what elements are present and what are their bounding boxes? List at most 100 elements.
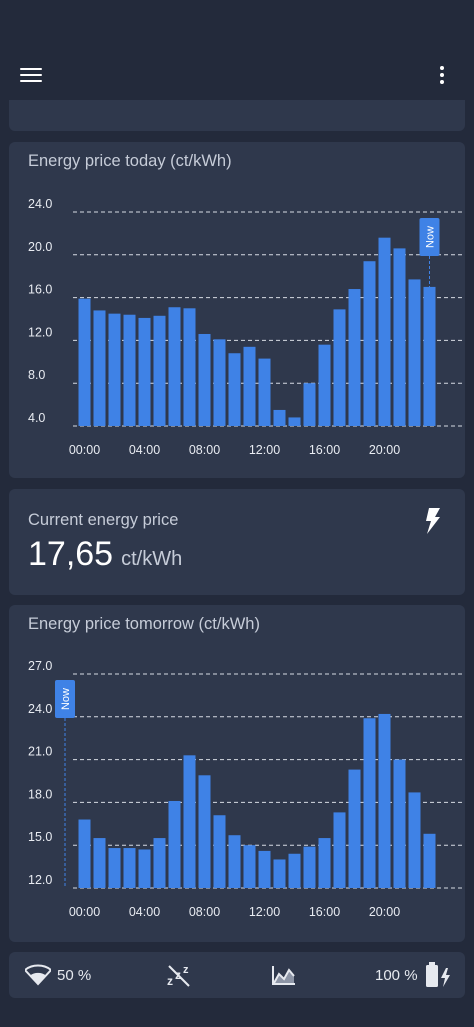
- price-bar[interactable]: [183, 308, 196, 426]
- price-bar[interactable]: [108, 313, 121, 426]
- price-bar[interactable]: [243, 845, 256, 888]
- price-bar[interactable]: [258, 358, 271, 426]
- wifi-icon: [25, 964, 51, 986]
- price-bar[interactable]: [93, 838, 106, 888]
- x-tick-label: 20:00: [369, 443, 400, 457]
- price-bar[interactable]: [228, 353, 241, 426]
- energy-price-tomorrow-card: Energy price tomorrow (ct/kWh) 12.0 15.0 1…: [9, 605, 465, 942]
- price-bar[interactable]: [123, 314, 136, 426]
- price-bar[interactable]: [78, 298, 91, 426]
- svg-text:z: z: [167, 974, 173, 987]
- sleep-toggle[interactable]: z z z: [166, 952, 194, 998]
- x-tick-label: 04:00: [129, 443, 160, 457]
- x-tick-label: 12:00: [249, 443, 280, 457]
- battery-charging-icon: [425, 962, 450, 987]
- energy-price-today-chart: 4.0 8.0 12.0 16.0 20.0 24.0 00:00 04:00 08:00 12:…: [28, 197, 463, 457]
- price-bar[interactable]: [393, 759, 406, 888]
- status-bar: 50 % z z z 100 %: [9, 952, 465, 998]
- price-bar[interactable]: [153, 315, 166, 426]
- sleep-off-icon: z z z: [167, 964, 190, 987]
- price-bar[interactable]: [213, 339, 226, 426]
- price-bar[interactable]: [303, 846, 316, 888]
- price-bar[interactable]: [138, 849, 151, 888]
- x-tick-label: 00:00: [69, 905, 100, 919]
- wifi-signal-text: 50 %: [57, 966, 92, 984]
- y-tick-label: 27.0: [28, 659, 52, 673]
- price-bar[interactable]: [318, 344, 331, 426]
- collapsed-card: [9, 100, 465, 131]
- energy-price-today-card: Energy price today (ct/kWh) 4.0 8.0 12.0 16…: [9, 142, 465, 478]
- price-bar[interactable]: [288, 417, 301, 426]
- price-bar[interactable]: [258, 850, 271, 888]
- now-marker-label: Now: [60, 688, 72, 710]
- price-bar[interactable]: [378, 237, 391, 426]
- x-tick-label: 08:00: [189, 905, 220, 919]
- price-bar[interactable]: [243, 346, 256, 426]
- energy-price-tomorrow-chart: 12.0 15.0 18.0 21.0 24.0 27.0 00:00 04:00 08:00 1…: [28, 659, 463, 919]
- y-tick-label: 24.0: [28, 702, 52, 716]
- flash-icon: [426, 508, 440, 534]
- price-bar[interactable]: [423, 833, 436, 888]
- battery-level-text: 100 %: [375, 966, 418, 984]
- chart-button[interactable]: [271, 952, 297, 998]
- now-marker-label: Now: [425, 226, 437, 248]
- price-bar[interactable]: [333, 309, 346, 426]
- price-bar[interactable]: [138, 317, 151, 426]
- y-tick-label: 4.0: [28, 411, 45, 425]
- price-bar[interactable]: [333, 812, 346, 888]
- current-price-unit: ct/kWh: [121, 548, 183, 570]
- price-bar[interactable]: [78, 819, 91, 888]
- top-app-bar: [0, 0, 474, 100]
- y-tick-label: 16.0: [28, 283, 52, 297]
- card-title: Current energy price: [28, 511, 179, 529]
- x-tick-label: 16:00: [309, 443, 340, 457]
- more-vert-icon[interactable]: [434, 64, 450, 88]
- menu-icon[interactable]: [20, 66, 44, 84]
- current-price-value: 17,65: [28, 535, 114, 573]
- x-tick-label: 08:00: [189, 443, 220, 457]
- x-tick-label: 20:00: [369, 905, 400, 919]
- y-tick-label: 20.0: [28, 240, 52, 254]
- y-tick-label: 24.0: [28, 197, 52, 211]
- y-tick-label: 8.0: [28, 368, 45, 382]
- current-energy-price-card[interactable]: Current energy price 17,65 ct/kWh: [9, 489, 465, 595]
- price-bar[interactable]: [363, 261, 376, 426]
- price-bar[interactable]: [213, 815, 226, 888]
- x-tick-label: 16:00: [309, 905, 340, 919]
- y-tick-label: 18.0: [28, 787, 52, 801]
- price-bar[interactable]: [363, 718, 376, 888]
- x-tick-label: 04:00: [129, 905, 160, 919]
- price-bar[interactable]: [93, 310, 106, 426]
- price-bar[interactable]: [408, 279, 421, 426]
- price-bar[interactable]: [273, 409, 286, 426]
- price-bar[interactable]: [273, 859, 286, 888]
- price-bar[interactable]: [183, 755, 196, 888]
- price-bar[interactable]: [318, 838, 331, 888]
- battery-status[interactable]: 100 %: [375, 952, 452, 998]
- price-bar[interactable]: [198, 333, 211, 426]
- price-bar[interactable]: [348, 769, 361, 888]
- price-bar[interactable]: [288, 853, 301, 888]
- x-tick-label: 12:00: [249, 905, 280, 919]
- price-bar[interactable]: [378, 713, 391, 888]
- price-bar[interactable]: [408, 792, 421, 888]
- price-bar[interactable]: [348, 289, 361, 426]
- current-price-display: 17,65 ct/kWh: [28, 535, 182, 574]
- svg-text:z: z: [183, 964, 189, 976]
- price-bar[interactable]: [123, 848, 136, 888]
- y-tick-label: 21.0: [28, 745, 52, 759]
- price-bar[interactable]: [393, 248, 406, 426]
- wifi-status[interactable]: 50 %: [25, 952, 91, 998]
- y-tick-label: 15.0: [28, 830, 52, 844]
- y-tick-label: 12.0: [28, 873, 52, 887]
- price-bar[interactable]: [198, 775, 211, 888]
- price-bar[interactable]: [168, 800, 181, 888]
- price-bar[interactable]: [108, 848, 121, 888]
- price-bar[interactable]: [168, 307, 181, 426]
- price-bar[interactable]: [228, 835, 241, 888]
- x-tick-label: 00:00: [69, 443, 100, 457]
- area-chart-icon: [272, 966, 295, 985]
- price-bar[interactable]: [153, 838, 166, 888]
- y-tick-label: 12.0: [28, 325, 52, 339]
- price-bar[interactable]: [303, 383, 316, 426]
